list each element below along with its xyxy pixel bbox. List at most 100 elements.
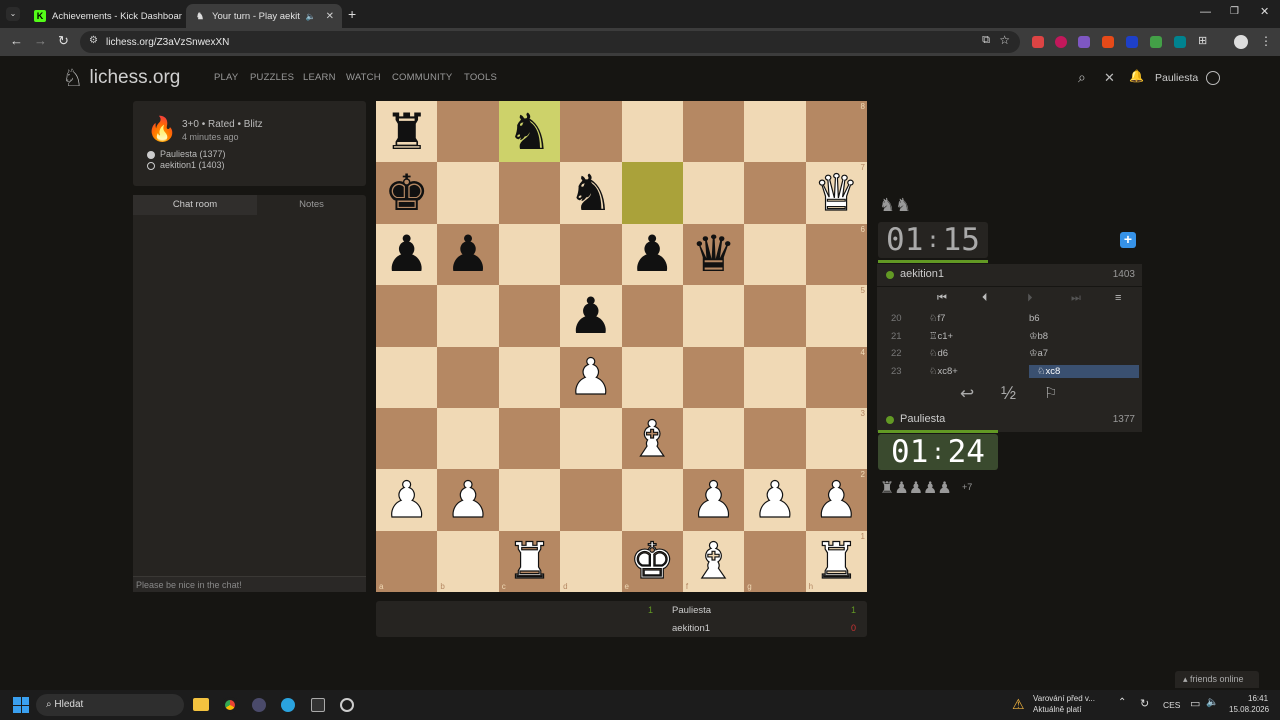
black-player-link[interactable]: aekition1 (1403) xyxy=(160,160,225,170)
address-bar[interactable]: ⚙ lichess.org/Z3aVzSnwexXN ⧉ ☆ xyxy=(80,31,1020,53)
takeback-icon[interactable]: ↩ xyxy=(960,384,974,404)
square-b7[interactable] xyxy=(437,162,499,224)
square-a5[interactable] xyxy=(376,285,438,347)
square-c5[interactable] xyxy=(498,285,561,347)
back-icon[interactable]: ← xyxy=(10,33,23,48)
white-pawn-piece[interactable]: ♟ xyxy=(752,474,798,525)
white-rook-piece[interactable]: ♜ xyxy=(506,536,552,587)
square-e4[interactable] xyxy=(621,346,683,408)
square-a6[interactable]: ♟ xyxy=(376,223,438,286)
square-f1[interactable]: ♝ f xyxy=(682,530,745,592)
file-explorer-icon[interactable] xyxy=(193,698,209,711)
warning-icon[interactable]: ⚠ xyxy=(1012,696,1025,713)
sync-icon[interactable]: ↻ xyxy=(1140,697,1149,710)
extension-icon[interactable] xyxy=(1055,36,1067,48)
taskbar-search[interactable]: ⌕ Hledat xyxy=(36,694,184,716)
player-name[interactable]: Pauliesta xyxy=(900,413,945,425)
black-pawn-piece[interactable]: ♟ xyxy=(630,229,675,279)
add-time-button[interactable]: + xyxy=(1120,232,1136,248)
extension-icon[interactable] xyxy=(1078,36,1090,48)
square-d5[interactable]: ♟ xyxy=(560,285,622,347)
square-c6[interactable] xyxy=(498,223,561,286)
square-f8[interactable] xyxy=(682,101,745,163)
extension-icon[interactable] xyxy=(1126,36,1138,48)
tab-chat-room[interactable]: Chat room xyxy=(133,195,257,215)
square-d6[interactable] xyxy=(560,223,622,286)
square-g3[interactable] xyxy=(744,407,806,470)
square-b2[interactable]: ♟ xyxy=(437,469,499,531)
network-icon[interactable]: ▭ xyxy=(1190,697,1200,710)
white-pawn-piece[interactable]: ♟ xyxy=(568,352,614,403)
white-pawn-piece[interactable]: ♟ xyxy=(384,474,430,525)
square-h8[interactable]: 8 xyxy=(805,101,867,163)
nav-puzzles[interactable]: PUZZLES xyxy=(250,72,294,83)
nav-play[interactable]: PLAY xyxy=(214,72,238,83)
square-a1[interactable]: a xyxy=(376,530,438,592)
speaker-icon[interactable]: 🔈 xyxy=(306,12,316,21)
square-c4[interactable] xyxy=(498,346,561,408)
move-black[interactable]: ♘xc8 xyxy=(1029,364,1139,378)
search-icon[interactable]: ⌕ xyxy=(1078,69,1086,86)
square-e3[interactable]: ♝ xyxy=(621,407,683,470)
square-g8[interactable] xyxy=(744,101,806,163)
square-g4[interactable] xyxy=(744,346,806,408)
cast-icon[interactable]: ⧉ xyxy=(982,34,990,47)
square-f2[interactable]: ♟ xyxy=(682,469,745,531)
nav-community[interactable]: COMMUNITY xyxy=(392,72,452,83)
profile-avatar[interactable] xyxy=(1234,35,1248,49)
resign-flag-icon[interactable]: ⚐ xyxy=(1044,384,1057,402)
black-rook-piece[interactable]: ♜ xyxy=(384,107,429,157)
tab-kick[interactable]: K Achievements - Kick Dashboard ✕ xyxy=(26,4,182,28)
square-a7[interactable]: ♚ xyxy=(376,162,438,224)
extension-icon[interactable] xyxy=(1150,36,1162,48)
black-knight-piece[interactable]: ♞ xyxy=(568,168,613,218)
tray-chevron-icon[interactable]: ⌃ xyxy=(1118,697,1126,708)
nav-learn[interactable]: LEARN xyxy=(303,72,336,83)
square-g5[interactable] xyxy=(744,285,806,347)
square-d4[interactable]: ♟ xyxy=(560,346,622,408)
taskbar-app-icon[interactable] xyxy=(252,698,266,712)
opponent-name[interactable]: aekition1 xyxy=(900,268,944,280)
square-d3[interactable] xyxy=(560,407,622,470)
square-b4[interactable] xyxy=(437,346,499,408)
black-king-piece[interactable]: ♚ xyxy=(384,168,429,218)
friends-online-button[interactable]: ▴ friends online xyxy=(1175,671,1259,688)
browser-menu-icon[interactable]: ⋮ xyxy=(1260,34,1272,48)
clock-time[interactable]: 16:41 xyxy=(1248,694,1268,703)
crosstable-player-black[interactable]: aekition1 xyxy=(672,623,710,634)
square-e1[interactable]: ♚ e xyxy=(621,530,683,592)
square-c8[interactable]: ♞ xyxy=(498,101,561,163)
x-social-icon[interactable]: ✕ xyxy=(1104,70,1115,86)
bookmark-star-icon[interactable]: ☆ xyxy=(999,33,1010,47)
square-b3[interactable] xyxy=(437,407,499,470)
square-e5[interactable] xyxy=(621,285,683,347)
white-pawn-piece[interactable]: ♟ xyxy=(691,474,737,525)
square-f3[interactable] xyxy=(682,407,745,470)
black-pawn-piece[interactable]: ♟ xyxy=(568,291,613,341)
move-black[interactable]: b6 xyxy=(1029,313,1040,324)
maximize-icon[interactable]: ❐ xyxy=(1230,6,1239,17)
nav-watch[interactable]: WATCH xyxy=(346,72,381,83)
square-h6[interactable]: 6 xyxy=(805,223,867,286)
square-f7[interactable] xyxy=(682,162,745,224)
chess-board[interactable]: ♜ ♞ 8 ♚ ♞ ♛ 7 ♟ ♟ ♟ ♛ 6 ♟ 5 ♟ 4 ♝ 3 ♟ ♟ ♟ ♟ ♟ 2 a b ♜ c d ♚ e ♝ f g ♜ 1 h xyxy=(376,101,867,592)
square-d1[interactable]: d xyxy=(560,530,622,592)
taskbar-app-icon[interactable] xyxy=(311,698,325,712)
square-d7[interactable]: ♞ xyxy=(560,162,622,224)
square-b8[interactable] xyxy=(437,101,499,163)
black-knight-piece[interactable]: ♞ xyxy=(507,107,552,157)
next-move-icon[interactable]: ⏵ xyxy=(1027,292,1033,305)
square-d2[interactable] xyxy=(560,469,622,531)
last-move-icon[interactable]: ⏭ xyxy=(1071,292,1081,305)
move-white[interactable]: ♘f7 xyxy=(929,313,945,324)
square-h1[interactable]: ♜ 1 h xyxy=(805,530,867,592)
square-c1[interactable]: ♜ c xyxy=(498,530,561,592)
tab-notes[interactable]: Notes xyxy=(257,195,366,215)
user-avatar-icon[interactable] xyxy=(1206,71,1220,85)
move-white[interactable]: ♘xc8+ xyxy=(929,366,958,377)
offer-draw-button[interactable]: ½ xyxy=(1001,383,1016,404)
move-black[interactable]: ♔b8 xyxy=(1029,331,1048,342)
white-pawn-piece[interactable]: ♟ xyxy=(445,474,491,525)
square-a2[interactable]: ♟ xyxy=(376,469,438,531)
windows-start-icon[interactable] xyxy=(13,697,29,713)
